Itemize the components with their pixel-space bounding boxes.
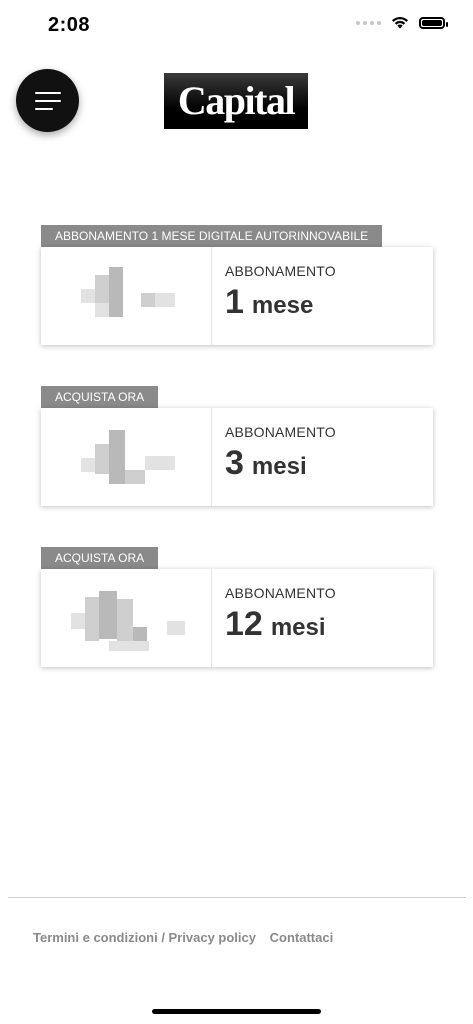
offer-number: 12 xyxy=(225,605,263,643)
offer-duration: 12 mesi xyxy=(225,605,433,644)
offer-info: ABBONAMENTO 1 mese xyxy=(212,247,433,345)
offer-tag-2: ACQUISTA ORA xyxy=(41,386,159,408)
offer-thumbnail xyxy=(41,408,212,506)
offer-number: 1 xyxy=(225,283,244,321)
status-icons xyxy=(356,16,448,29)
offer-unit: mese xyxy=(251,292,314,319)
offer-kind: ABBONAMENTO xyxy=(225,263,336,279)
status-bar: 2:08 xyxy=(0,0,473,54)
offer-info: ABBONAMENTO 12 mesi xyxy=(212,569,433,667)
offer-info: ABBONAMENTO 3 mesi xyxy=(212,408,433,506)
logo-text: Capital xyxy=(177,78,296,123)
offer-number: 3 xyxy=(225,444,244,482)
offer-kind: ABBONAMENTO xyxy=(225,585,336,601)
offer-unit: mesi xyxy=(251,453,307,480)
status-time: 2:08 xyxy=(48,14,91,36)
offer-tag-1: ABBONAMENTO 1 MESE DIGITALE AUTORINNOVAB… xyxy=(41,225,383,247)
wifi-icon xyxy=(392,16,408,29)
offer-duration: 3 mesi xyxy=(225,444,433,483)
signal-icon xyxy=(356,20,381,25)
footer-divider xyxy=(8,897,466,898)
terms-privacy-link[interactable]: Termini e condizioni / Privacy policy xyxy=(33,930,256,945)
offer-card-1[interactable]: ABBONAMENTO 1 mese xyxy=(41,247,433,345)
menu-button[interactable] xyxy=(16,69,79,132)
offer-card-3[interactable]: ABBONAMENTO 12 mesi xyxy=(41,569,433,667)
hamburger-menu-icon xyxy=(34,91,61,110)
offer-tag-3: ACQUISTA ORA xyxy=(41,547,159,569)
home-indicator[interactable] xyxy=(152,1009,321,1014)
contact-link[interactable]: Contattaci xyxy=(270,930,334,945)
footer-links: Termini e condizioni / Privacy policy Co… xyxy=(33,930,333,945)
offer-duration: 1 mese xyxy=(225,283,433,322)
offer-thumbnail xyxy=(41,247,212,345)
offer-thumbnail xyxy=(41,569,212,667)
battery-icon xyxy=(419,16,448,29)
offer-card-2[interactable]: ABBONAMENTO 3 mesi xyxy=(41,408,433,506)
offer-unit: mesi xyxy=(270,614,326,641)
capital-logo[interactable]: Capital xyxy=(164,73,308,129)
offer-kind: ABBONAMENTO xyxy=(225,424,336,440)
